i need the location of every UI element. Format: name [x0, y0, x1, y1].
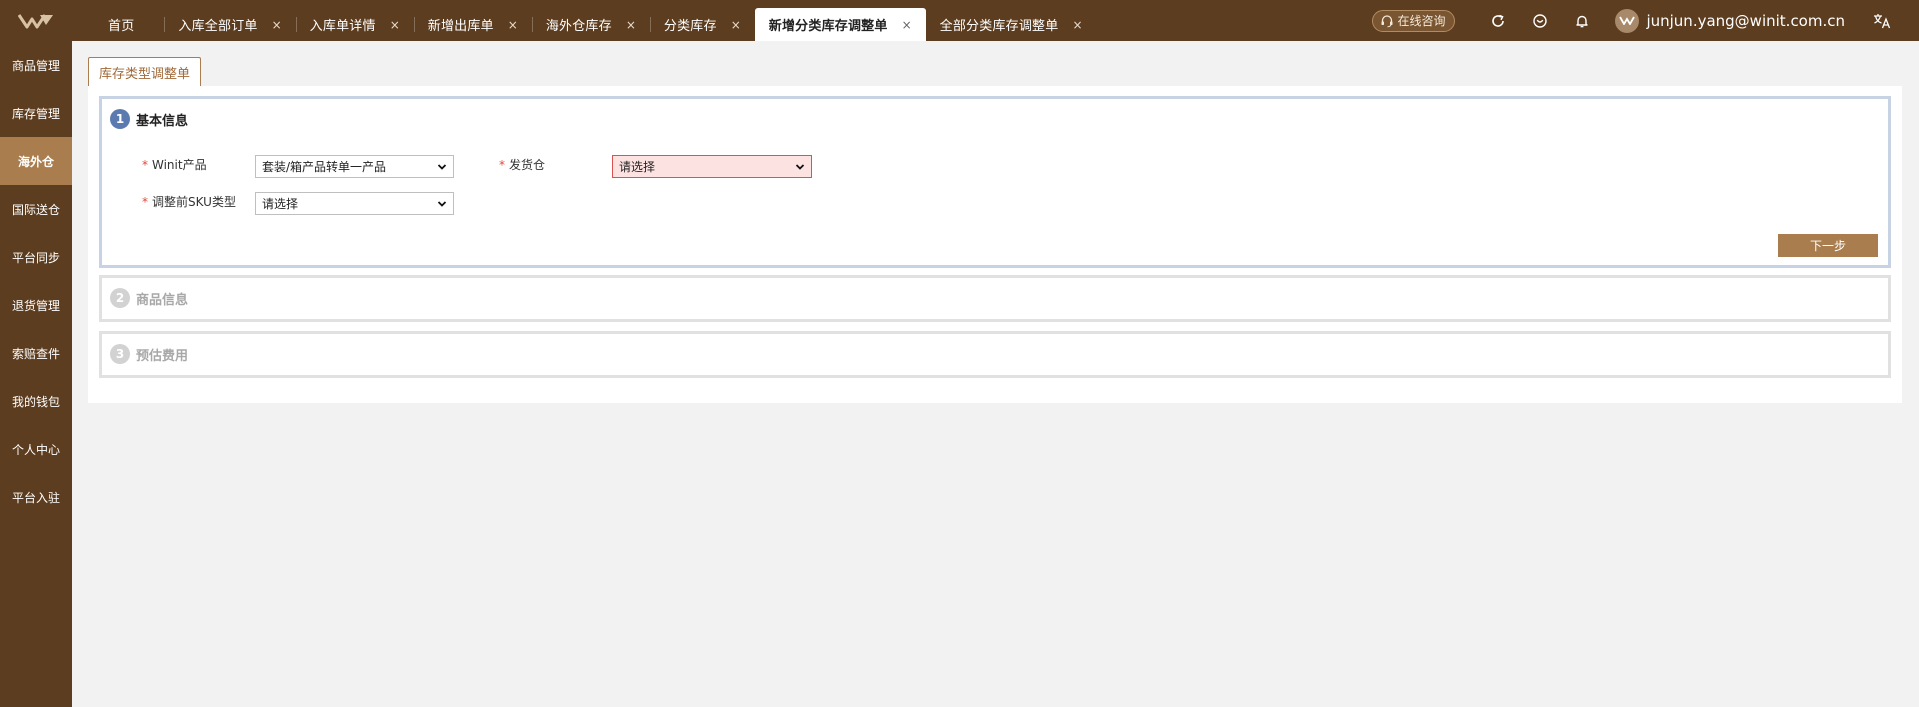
tab-label: 首页 — [108, 19, 135, 34]
field-sku-type: * 调整前SKU类型 — [142, 193, 236, 210]
next-step-button[interactable]: 下一步 — [1778, 234, 1878, 257]
sidebar-item-label: 海外仓 — [17, 154, 54, 169]
step-number-badge: 1 — [110, 109, 130, 129]
section-header: 2 商品信息 — [110, 288, 188, 308]
headset-icon — [1381, 14, 1393, 27]
select-value: 请选择 — [619, 160, 656, 174]
sidebar-item-label: 退货管理 — [11, 298, 60, 313]
warehouse-select[interactable]: 请选择 — [612, 155, 812, 178]
step-number-badge: 2 — [110, 288, 130, 308]
section-title: 商品信息 — [136, 292, 189, 308]
sidebar-item-label: 我的钱包 — [11, 394, 60, 409]
sidebar-item-wallet[interactable]: 我的钱包 — [0, 377, 72, 425]
tab-home[interactable]: 首页 — [92, 8, 164, 41]
page-tab-adjustment-order[interactable]: 库存类型调整单 — [88, 57, 202, 86]
section-estimated-fee[interactable]: 3 预估费用 — [99, 331, 1891, 378]
field-label-sku-type: * 调整前SKU类型 — [142, 193, 236, 210]
sidebar-item-personal-center[interactable]: 个人中心 — [0, 425, 72, 473]
sidebar-item-returns[interactable]: 退货管理 — [0, 281, 72, 329]
field-label-winit-product: * Winit产品 — [142, 156, 207, 173]
close-icon[interactable]: × — [1072, 18, 1082, 32]
close-icon[interactable]: × — [272, 18, 282, 32]
close-icon[interactable]: × — [390, 18, 400, 32]
sidebar-item-label: 平台入驻 — [11, 490, 60, 505]
sidebar-item-label: 平台同步 — [11, 250, 60, 265]
tab-overseas-inventory[interactable]: 海外仓库存 × — [531, 8, 650, 41]
select-value: 请选择 — [262, 197, 299, 211]
field-label-text: 调整前SKU类型 — [152, 195, 236, 209]
sidebar-item-platform-sync[interactable]: 平台同步 — [0, 233, 72, 281]
tab-category-inventory[interactable]: 分类库存 × — [649, 8, 755, 41]
chevron-down-icon — [437, 201, 447, 207]
sidebar-item-label: 库存管理 — [11, 106, 60, 121]
online-consult-button[interactable]: 在线咨询 — [1372, 9, 1456, 32]
sidebar-item-claims[interactable]: 索赔查件 — [0, 329, 72, 377]
favorite-icon[interactable] — [1519, 13, 1561, 29]
sidebar-item-label: 国际送仓 — [11, 202, 60, 217]
tab-new-category-adjustment[interactable]: 新增分类库存调整单 × — [754, 8, 926, 41]
top-right-toolbar: 在线咨询 junjun.yang@winit.com.cn — [1372, 0, 1919, 41]
section-basic-info: 1 基本信息 * Winit产品 套装/箱产品转单一产品 * 发货仓 请选择 * 调整… — [99, 96, 1891, 268]
online-consult-label: 在线咨询 — [1397, 14, 1446, 28]
required-mark: * — [499, 158, 505, 172]
step-number-badge: 3 — [110, 344, 130, 364]
sidebar: 商品管理 库存管理 海外仓 国际送仓 平台同步 退货管理 索赔查件 我的钱包 个… — [0, 41, 72, 707]
form-panel: 1 基本信息 * Winit产品 套装/箱产品转单一产品 * 发货仓 请选择 * 调整… — [88, 86, 1902, 403]
top-bar: 首页 入库全部订单 × 入库单详情 × 新增出库单 × 海外仓库存 × 分类库存… — [0, 0, 1919, 41]
sidebar-item-overseas-warehouse[interactable]: 海外仓 — [0, 137, 72, 185]
sidebar-item-label: 个人中心 — [11, 442, 60, 457]
main-content: 库存类型调整单 1 基本信息 * Winit产品 套装/箱产品转单一产品 * 发货仓… — [72, 41, 1919, 707]
sidebar-item-inventory-management[interactable]: 库存管理 — [0, 89, 72, 137]
field-winit-product: * Winit产品 — [142, 156, 207, 173]
tab-label: 入库单详情 — [309, 19, 376, 34]
required-mark: * — [142, 195, 148, 209]
close-icon[interactable]: × — [731, 18, 741, 32]
tab-all-category-adjustments[interactable]: 全部分类库存调整单 × — [926, 8, 1097, 41]
field-warehouse: * 发货仓 — [499, 156, 545, 173]
field-label-warehouse: * 发货仓 — [499, 156, 545, 173]
avatar — [1615, 8, 1640, 33]
section-header: 3 预估费用 — [110, 344, 188, 364]
sidebar-item-product-management[interactable]: 商品管理 — [0, 41, 72, 89]
tab-label: 分类库存 — [663, 19, 717, 34]
tab-label: 全部分类库存调整单 — [939, 19, 1059, 34]
tab-label: 新增出库单 — [427, 19, 494, 34]
tab-bar: 首页 入库全部订单 × 入库单详情 × 新增出库单 × 海外仓库存 × 分类库存… — [92, 8, 1097, 41]
sku-type-select[interactable]: 请选择 — [255, 192, 454, 215]
chevron-down-icon — [795, 164, 805, 170]
bell-icon[interactable] — [1561, 13, 1603, 29]
winit-product-select[interactable]: 套装/箱产品转单一产品 — [255, 155, 454, 178]
section-product-info[interactable]: 2 商品信息 — [99, 275, 1891, 322]
sidebar-item-platform-onboarding[interactable]: 平台入驻 — [0, 473, 72, 521]
close-icon[interactable]: × — [508, 18, 518, 32]
sidebar-item-international-delivery[interactable]: 国际送仓 — [0, 185, 72, 233]
tab-label: 海外仓库存 — [545, 19, 612, 34]
winit-logo[interactable] — [0, 0, 72, 41]
field-label-text: Winit产品 — [152, 158, 207, 172]
translate-icon[interactable] — [1845, 13, 1919, 29]
tab-inbound-all-orders[interactable]: 入库全部订单 × — [164, 8, 295, 41]
user-menu[interactable]: junjun.yang@winit.com.cn — [1615, 8, 1845, 33]
tab-label: 入库全部订单 — [178, 19, 258, 34]
page-tab-label: 库存类型调整单 — [99, 66, 191, 82]
select-value: 套装/箱产品转单一产品 — [262, 160, 387, 174]
sidebar-item-label: 商品管理 — [11, 58, 60, 73]
close-icon[interactable]: × — [902, 18, 912, 32]
required-mark: * — [142, 158, 148, 172]
chevron-down-icon — [437, 164, 447, 170]
section-title: 基本信息 — [136, 113, 189, 129]
user-email: junjun.yang@winit.com.cn — [1646, 11, 1845, 30]
refresh-icon[interactable] — [1477, 13, 1519, 29]
tab-inbound-detail[interactable]: 入库单详情 × — [295, 8, 414, 41]
field-label-text: 发货仓 — [509, 158, 546, 172]
close-icon[interactable]: × — [626, 18, 636, 32]
sidebar-item-label: 索赔查件 — [11, 346, 60, 361]
section-header: 1 基本信息 — [110, 109, 188, 129]
tab-label: 新增分类库存调整单 — [768, 19, 888, 34]
section-title: 预估费用 — [136, 348, 189, 364]
tab-new-outbound[interactable]: 新增出库单 × — [413, 8, 532, 41]
